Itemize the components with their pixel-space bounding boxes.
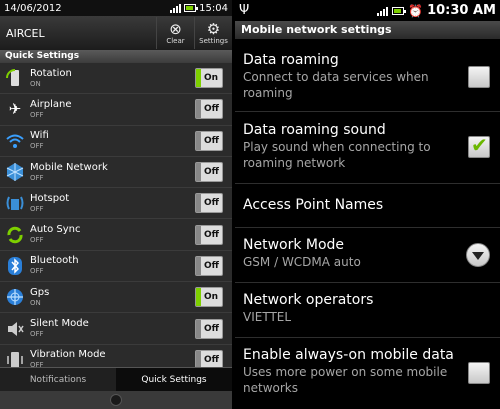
pref-network-mode[interactable]: Network Mode GSM / WCDMA auto	[235, 228, 500, 283]
qs-item-silent-mode[interactable]: Silent Mode OFF Off	[0, 313, 232, 345]
bluetooth-icon	[3, 254, 27, 278]
pref-title: Enable always-on mobile data	[243, 347, 454, 363]
gps-icon	[3, 285, 27, 309]
battery-icon	[392, 6, 407, 15]
qs-item-mobile-network[interactable]: Mobile Network OFF Off	[0, 157, 232, 189]
carrier-name: AIRCEL	[6, 26, 45, 40]
pref-access-point-names[interactable]: Access Point Names	[235, 184, 500, 228]
alarm-icon: ⏰	[408, 3, 424, 18]
airplane-icon: ✈	[8, 100, 22, 119]
clear-label: Clear	[166, 37, 185, 45]
qs-item-state: OFF	[30, 204, 44, 213]
status-bar: 14/06/2012 15:04	[0, 0, 232, 16]
pref-title: Data roaming	[243, 52, 339, 68]
always-on-data-checkbox[interactable]	[468, 362, 490, 384]
pref-summary: Connect to data services when roaming	[243, 70, 429, 100]
tab-quick-settings[interactable]: Quick Settings	[116, 368, 232, 391]
signal-icon	[170, 3, 182, 13]
qs-item-name: Airplane	[30, 98, 72, 110]
mobile-network-toggle[interactable]: Off	[195, 162, 223, 183]
quick-settings-list: Rotation ON On ✈ Airplane OFF Off Wifi O…	[0, 63, 232, 376]
status-time: 15:04	[199, 2, 228, 14]
bottom-tab-bar: Notifications Quick Settings	[0, 367, 232, 391]
hotspot-toggle[interactable]: Off	[195, 193, 223, 214]
settings-label: Settings	[199, 37, 228, 45]
qs-item-rotation[interactable]: Rotation ON On	[0, 63, 232, 95]
data-roaming-checkbox[interactable]	[468, 66, 490, 88]
qs-item-gps[interactable]: Gps ON On	[0, 282, 232, 314]
handle-knob	[110, 394, 122, 406]
close-icon: ⊗	[169, 20, 182, 38]
notification-header: AIRCEL ⊗ Clear ⚙ Settings	[0, 16, 232, 50]
data-roaming-sound-checkbox[interactable]	[468, 133, 490, 158]
pref-title: Network operators	[243, 292, 374, 308]
quick-settings-panel: 14/06/2012 15:04 AIRCEL ⊗ Clear ⚙ Settin…	[0, 0, 232, 409]
qs-item-name: Bluetooth	[30, 255, 79, 267]
qs-item-name: Mobile Network	[30, 161, 108, 173]
page-title: Mobile network settings	[235, 21, 500, 39]
status-date: 14/06/2012	[4, 2, 62, 14]
qs-item-name: Hotspot	[30, 192, 70, 204]
qs-item-name: Wifi	[30, 130, 49, 142]
usb-icon: Ψ	[239, 3, 250, 18]
signal-icon	[377, 6, 389, 16]
speaker-icon	[3, 317, 27, 341]
qs-item-name: Auto Sync	[30, 224, 81, 236]
chevron-down-icon[interactable]	[466, 243, 490, 267]
gps-toggle[interactable]: On	[195, 287, 223, 308]
qs-item-state: OFF	[30, 142, 44, 151]
qs-item-hotspot[interactable]: Hotspot OFF Off	[0, 188, 232, 220]
tab-notifications[interactable]: Notifications	[0, 368, 116, 391]
rotation-toggle[interactable]: On	[195, 68, 223, 89]
auto-sync-toggle[interactable]: Off	[195, 224, 223, 245]
qs-item-name: Rotation	[30, 67, 72, 79]
qs-item-wifi[interactable]: Wifi OFF Off	[0, 126, 232, 157]
pref-network-operators[interactable]: Network operators VIETTEL	[235, 283, 500, 338]
qs-item-state: ON	[30, 298, 41, 307]
qs-item-airplane[interactable]: ✈ Airplane OFF Off	[0, 94, 232, 126]
qs-item-state: OFF	[30, 173, 44, 182]
qs-item-state: OFF	[30, 267, 44, 276]
pref-data-roaming[interactable]: Data roaming Connect to data services wh…	[235, 42, 500, 112]
airplane-toggle[interactable]: Off	[195, 99, 223, 120]
qs-item-state: OFF	[30, 330, 44, 339]
wifi-icon	[3, 129, 27, 153]
qs-item-state: OFF	[30, 236, 44, 245]
qs-item-state: ON	[30, 79, 41, 88]
settings-button[interactable]: ⚙ Settings	[194, 17, 232, 49]
qs-item-state: OFF	[30, 110, 44, 119]
pref-summary: GSM / WCDMA auto	[243, 255, 361, 269]
silent-mode-toggle[interactable]: Off	[195, 318, 223, 339]
pref-summary: Play sound when connecting to roaming ne…	[243, 140, 431, 170]
status-bar: Ψ ⏰ 10:30 AM	[235, 0, 500, 21]
pref-data-roaming-sound[interactable]: Data roaming sound Play sound when conne…	[235, 112, 500, 184]
qs-item-auto-sync[interactable]: Auto Sync OFF Off	[0, 219, 232, 251]
clear-button[interactable]: ⊗ Clear	[156, 17, 194, 49]
gear-icon: ⚙	[206, 20, 221, 38]
qs-item-name: Vibration Mode	[30, 349, 106, 361]
status-time: 10:30 AM	[427, 3, 496, 18]
sync-icon	[3, 223, 27, 247]
mobile-network-icon	[3, 160, 27, 184]
wifi-toggle[interactable]: Off	[195, 130, 223, 151]
section-title: Quick Settings	[0, 50, 232, 63]
pref-title: Access Point Names	[243, 197, 384, 213]
qs-item-bluetooth[interactable]: Bluetooth OFF Off	[0, 251, 232, 283]
pref-summary: Uses more power on some mobile networks	[243, 365, 448, 395]
rotation-icon	[3, 66, 27, 90]
bluetooth-toggle[interactable]: Off	[195, 255, 223, 276]
panel-drag-handle[interactable]	[0, 391, 232, 409]
pref-always-on-mobile-data[interactable]: Enable always-on mobile data Uses more p…	[235, 338, 500, 409]
battery-icon	[184, 4, 199, 12]
hotspot-icon	[3, 191, 27, 215]
mobile-network-settings-screen: Ψ ⏰ 10:30 AM Mobile network settings Dat…	[235, 0, 500, 409]
pref-summary: VIETTEL	[243, 310, 292, 324]
qs-item-name: Gps	[30, 286, 50, 298]
pref-title: Network Mode	[243, 237, 345, 253]
qs-item-name: Silent Mode	[30, 318, 89, 330]
pref-title: Data roaming sound	[243, 122, 386, 138]
